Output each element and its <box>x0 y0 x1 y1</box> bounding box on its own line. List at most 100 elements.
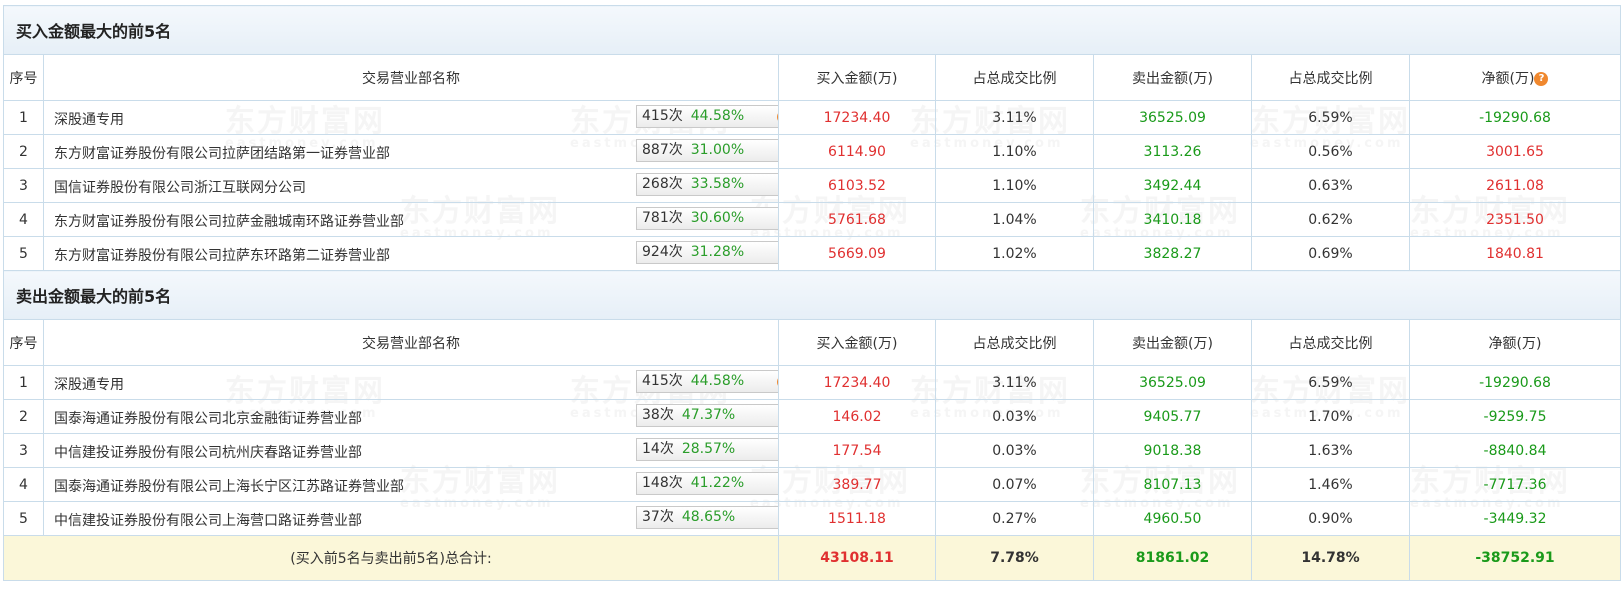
sell-ratio: 1.63% <box>1251 433 1410 468</box>
row-idx: 3 <box>3 168 44 203</box>
buy-ratio: 3.11% <box>935 100 1094 135</box>
col-net: 净额(万) <box>1408 319 1622 366</box>
col-sell: 卖出金额(万) <box>1093 54 1252 101</box>
net-amount: 1840.81 <box>1408 236 1622 271</box>
sell-amount: 36525.09 <box>1093 100 1252 135</box>
rank-count: 14次 <box>642 441 674 457</box>
total-label: (买入前5名与卖出前5名)总合计: <box>3 535 779 581</box>
rank-count: 924次 <box>642 244 683 260</box>
table-row: 1 深股通专用 415次 44.58%? 17234.40 3.11% 36525… <box>3 365 1622 400</box>
column-header-row: 序号 交易营业部名称 买入金额(万) 占总成交比例 卖出金额(万) 占总成交比例… <box>3 319 1622 366</box>
help-icon[interactable]: ? <box>1534 71 1549 86</box>
sell-amount: 9405.77 <box>1093 399 1252 434</box>
branch-name[interactable]: 深股通专用 <box>54 374 124 394</box>
net-amount: 3001.65 <box>1408 134 1622 169</box>
rank-rate: 31.28% <box>690 244 745 260</box>
branch-name[interactable]: 中信建投证券股份有限公司杭州庆春路证券营业部 <box>54 442 362 462</box>
net-amount: -7717.36 <box>1408 467 1622 502</box>
col-sell-ratio: 占总成交比例 <box>1251 319 1410 366</box>
rank-rate: 28.57% <box>681 441 736 457</box>
rank-badge[interactable]: 148次 41.22% <box>636 472 778 495</box>
branch-name[interactable]: 国泰海通证券股份有限公司北京金融街证券营业部 <box>54 408 362 428</box>
row-idx: 5 <box>3 236 44 271</box>
col-buy-ratio: 占总成交比例 <box>935 319 1094 366</box>
rank-badge[interactable]: 924次 31.28% <box>636 241 778 264</box>
table-row: 4 东方财富证券股份有限公司拉萨金融城南环路证券营业部 781次 30.60% 5… <box>3 202 1622 237</box>
branch-name[interactable]: 中信建投证券股份有限公司上海营口路证券营业部 <box>54 510 362 530</box>
total-net: -38752.91 <box>1408 535 1622 581</box>
total-sell: 81861.02 <box>1093 535 1252 581</box>
branch-name[interactable]: 国信证券股份有限公司浙江互联网分公司 <box>54 177 306 197</box>
total-buy-ratio: 7.78% <box>935 535 1094 581</box>
buy-ratio: 1.10% <box>935 168 1094 203</box>
rank-badge[interactable]: 268次 33.58% <box>636 173 778 196</box>
sell-amount: 3410.18 <box>1093 202 1252 237</box>
sell-amount: 3113.26 <box>1093 134 1252 169</box>
branch-cell: 国泰海通证券股份有限公司北京金融街证券营业部 38次 47.37% <box>43 399 779 434</box>
rank-rate: 48.65% <box>681 509 736 525</box>
row-idx: 4 <box>3 467 44 502</box>
branch-cell: 中信建投证券股份有限公司上海营口路证券营业部 37次 48.65% <box>43 501 779 536</box>
buy-amount: 1511.18 <box>778 501 936 536</box>
rank-badge[interactable]: 781次 30.60% <box>636 207 778 230</box>
row-idx: 5 <box>3 501 44 536</box>
table-row: 2 国泰海通证券股份有限公司北京金融街证券营业部 38次 47.37% 146.0… <box>3 399 1622 434</box>
table-row: 5 中信建投证券股份有限公司上海营口路证券营业部 37次 48.65% 1511.… <box>3 501 1622 536</box>
net-amount: -19290.68 <box>1408 365 1622 400</box>
sell-ratio: 0.69% <box>1251 236 1410 271</box>
sell-amount: 4960.50 <box>1093 501 1252 536</box>
branch-cell: 深股通专用 415次 44.58%? <box>43 100 779 135</box>
buy-ratio: 0.03% <box>935 433 1094 468</box>
rank-count: 887次 <box>642 142 683 158</box>
branch-name[interactable]: 东方财富证券股份有限公司拉萨团结路第一证券营业部 <box>54 143 390 163</box>
buy-ratio: 0.27% <box>935 501 1094 536</box>
col-sell: 卖出金额(万) <box>1093 319 1252 366</box>
sell-amount: 3828.27 <box>1093 236 1252 271</box>
branch-name[interactable]: 深股通专用 <box>54 109 124 129</box>
rank-count: 148次 <box>642 475 683 491</box>
buy-amount: 17234.40 <box>778 365 936 400</box>
row-idx: 2 <box>3 134 44 169</box>
branch-name[interactable]: 国泰海通证券股份有限公司上海长宁区江苏路证券营业部 <box>54 476 404 496</box>
branch-name[interactable]: 东方财富证券股份有限公司拉萨东环路第二证券营业部 <box>54 245 390 265</box>
section-header-buy: 买入金额最大的前5名 <box>2 5 1622 55</box>
total-row: (买入前5名与卖出前5名)总合计: 43108.11 7.78% 81861.0… <box>3 535 1622 581</box>
rank-badge[interactable]: 415次 44.58%? <box>636 105 778 128</box>
col-idx: 序号 <box>3 54 44 101</box>
branch-name[interactable]: 东方财富证券股份有限公司拉萨金融城南环路证券营业部 <box>54 211 404 231</box>
total-buy: 43108.11 <box>778 535 936 581</box>
table-row: 4 国泰海通证券股份有限公司上海长宁区江苏路证券营业部 148次 41.22% 3… <box>3 467 1622 502</box>
rank-badge[interactable]: 415次 44.58%? <box>636 370 778 393</box>
rank-badge[interactable]: 37次 48.65% <box>636 506 778 529</box>
rank-badge[interactable]: 14次 28.57% <box>636 438 778 461</box>
col-name: 交易营业部名称 <box>43 319 779 366</box>
col-sell-ratio: 占总成交比例 <box>1251 54 1410 101</box>
net-amount: -3449.32 <box>1408 501 1622 536</box>
rank-rate: 44.58% <box>690 108 745 124</box>
net-amount: -8840.84 <box>1408 433 1622 468</box>
buy-ratio: 0.07% <box>935 467 1094 502</box>
sell-ratio: 0.62% <box>1251 202 1410 237</box>
question-icon[interactable]: ? <box>777 110 778 124</box>
row-idx: 1 <box>3 100 44 135</box>
sell-amount: 36525.09 <box>1093 365 1252 400</box>
rank-rate: 41.22% <box>690 475 745 491</box>
rank-rate: 47.37% <box>681 407 736 423</box>
sell-ratio: 0.90% <box>1251 501 1410 536</box>
rank-count: 268次 <box>642 176 683 192</box>
dragon-tiger-table: 买入金额最大的前5名 序号 交易营业部名称 买入金额(万) 占总成交比例 卖出金… <box>2 5 1622 581</box>
row-idx: 4 <box>3 202 44 237</box>
rank-badge[interactable]: 887次 31.00% <box>636 139 778 162</box>
sell-amount: 9018.38 <box>1093 433 1252 468</box>
net-amount: -9259.75 <box>1408 399 1622 434</box>
col-net: 净额(万)? <box>1408 54 1622 101</box>
table-row: 1 深股通专用 415次 44.58%? 17234.40 3.11% 36525… <box>3 100 1622 135</box>
table-row: 2 东方财富证券股份有限公司拉萨团结路第一证券营业部 887次 31.00% 61… <box>3 134 1622 169</box>
column-header-row: 序号 交易营业部名称 买入金额(万) 占总成交比例 卖出金额(万) 占总成交比例… <box>3 54 1622 101</box>
sell-ratio: 0.63% <box>1251 168 1410 203</box>
buy-ratio: 0.03% <box>935 399 1094 434</box>
rank-badge[interactable]: 38次 47.37% <box>636 404 778 427</box>
question-icon[interactable]: ? <box>777 375 778 389</box>
buy-amount: 6103.52 <box>778 168 936 203</box>
rank-rate: 31.00% <box>690 142 745 158</box>
